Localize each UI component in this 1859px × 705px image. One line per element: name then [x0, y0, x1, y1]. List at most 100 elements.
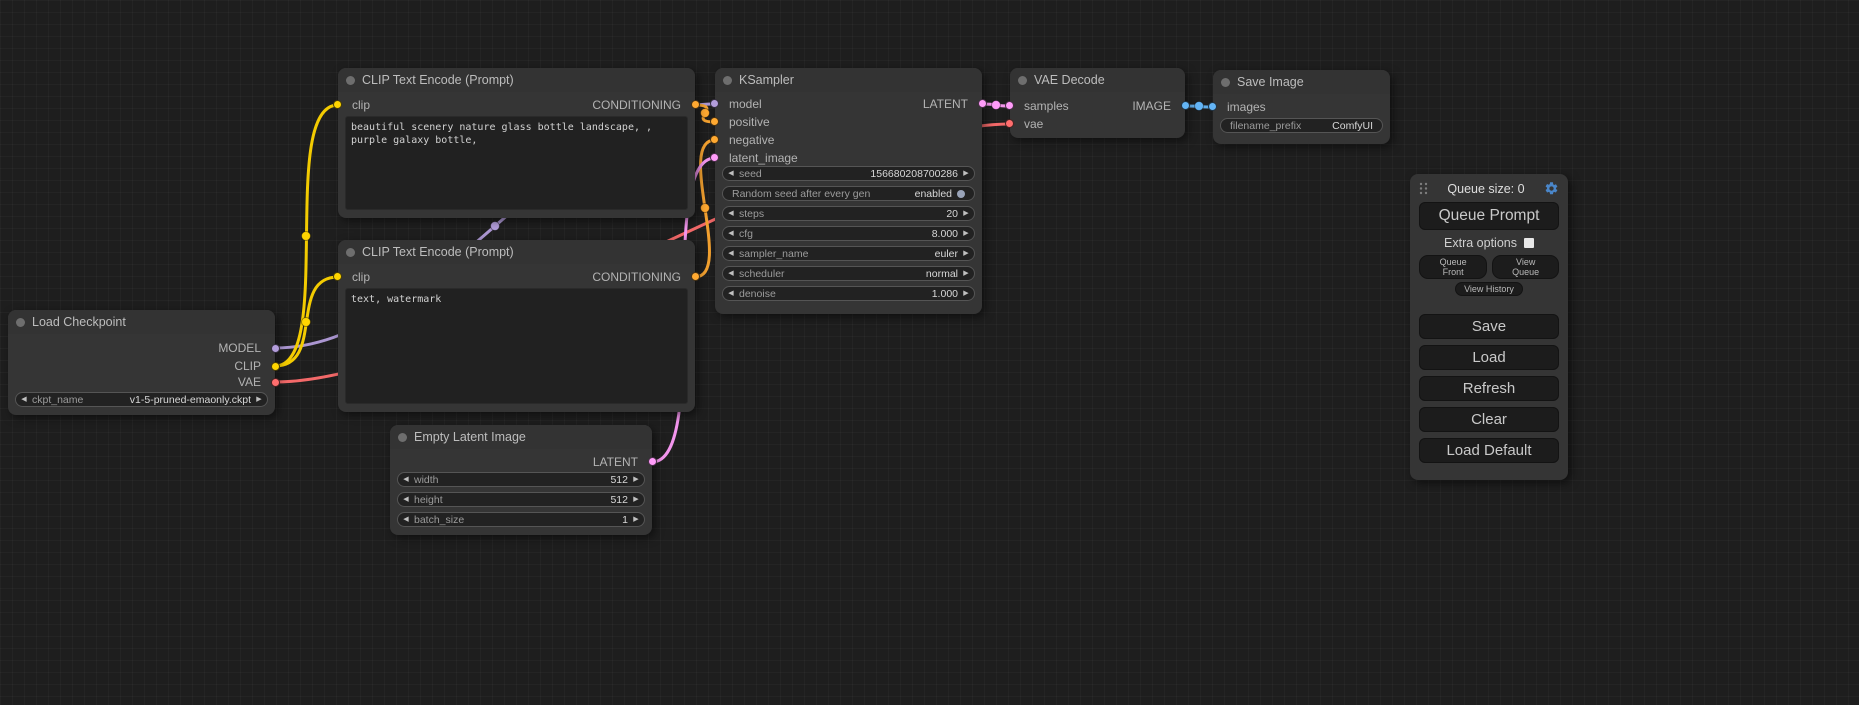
node-title-bar[interactable]: Load Checkpoint [8, 310, 275, 334]
widget-value: 8.000 [932, 228, 958, 240]
queue-prompt-button[interactable]: Queue Prompt [1419, 202, 1559, 230]
widget-label: width [414, 474, 610, 486]
node-load-checkpoint[interactable]: Load Checkpoint MODEL CLIP VAE ◀ ckpt_na… [8, 310, 275, 415]
node-ksampler[interactable]: KSampler model positive negative latent_… [715, 68, 982, 314]
positive-input-port[interactable] [710, 117, 719, 126]
seed-widget[interactable]: ◀ seed 156680208700286 ▶ [722, 166, 975, 181]
node-clip-text-encode-positive[interactable]: CLIP Text Encode (Prompt) clip CONDITION… [338, 68, 695, 218]
clip-input-port[interactable] [333, 272, 342, 281]
vae-output-port[interactable] [271, 378, 280, 387]
height-widget[interactable]: ◀ height 512 ▶ [397, 492, 645, 507]
view-queue-button[interactable]: View Queue [1492, 255, 1559, 279]
clip-input-port[interactable] [333, 100, 342, 109]
increment-arrow-icon[interactable]: ▶ [958, 287, 974, 300]
latent-image-input-port[interactable] [710, 153, 719, 162]
image-output-port[interactable] [1181, 101, 1190, 110]
input-slot-clip: clip [352, 98, 370, 112]
collapse-dot-icon[interactable] [398, 433, 407, 442]
samples-input-port[interactable] [1005, 101, 1014, 110]
collapse-dot-icon[interactable] [346, 76, 355, 85]
prev-value-arrow-icon[interactable]: ◀ [723, 247, 739, 260]
next-value-arrow-icon[interactable]: ▶ [958, 267, 974, 280]
toggle-indicator-icon[interactable] [957, 190, 965, 198]
conditioning-output-port[interactable] [691, 100, 700, 109]
widget-label: seed [739, 168, 870, 180]
queue-front-button[interactable]: Queue Front [1419, 255, 1487, 279]
node-clip-text-encode-negative[interactable]: CLIP Text Encode (Prompt) clip CONDITION… [338, 240, 695, 412]
queue-size-label: Queue size: 0 [1447, 182, 1524, 196]
decrement-arrow-icon[interactable]: ◀ [723, 227, 739, 240]
increment-arrow-icon[interactable]: ▶ [628, 493, 644, 506]
decrement-arrow-icon[interactable]: ◀ [398, 513, 414, 526]
ckpt-name-widget[interactable]: ◀ ckpt_name v1-5-pruned-emaonly.ckpt ▶ [15, 392, 268, 407]
decrement-arrow-icon[interactable]: ◀ [723, 207, 739, 220]
increment-arrow-icon[interactable]: ▶ [958, 227, 974, 240]
scheduler-widget[interactable]: ◀ scheduler normal ▶ [722, 266, 975, 281]
decrement-arrow-icon[interactable]: ◀ [723, 167, 739, 180]
model-input-port[interactable] [710, 99, 719, 108]
filename-prefix-widget[interactable]: filename_prefix ComfyUI [1220, 118, 1383, 133]
link-midpoint-dot [1195, 102, 1204, 111]
widget-label: cfg [739, 228, 932, 240]
collapse-dot-icon[interactable] [1018, 76, 1027, 85]
collapse-dot-icon[interactable] [1221, 78, 1230, 87]
vae-input-port[interactable] [1005, 119, 1014, 128]
decrement-arrow-icon[interactable]: ◀ [723, 287, 739, 300]
negative-input-port[interactable] [710, 135, 719, 144]
node-title-bar[interactable]: KSampler [715, 68, 982, 92]
positive-prompt-textarea[interactable]: beautiful scenery nature glass bottle la… [345, 116, 688, 210]
node-save-image[interactable]: Save Image images filename_prefix ComfyU… [1213, 70, 1390, 144]
extra-options-checkbox[interactable] [1524, 238, 1534, 248]
node-title-bar[interactable]: Save Image [1213, 70, 1390, 94]
link-midpoint-dot [491, 222, 500, 231]
increment-arrow-icon[interactable]: ▶ [958, 167, 974, 180]
sampler-name-widget[interactable]: ◀ sampler_name euler ▶ [722, 246, 975, 261]
images-input-port[interactable] [1208, 102, 1217, 111]
load-default-button[interactable]: Load Default [1419, 438, 1559, 463]
node-title-bar[interactable]: CLIP Text Encode (Prompt) [338, 68, 695, 92]
cfg-widget[interactable]: ◀ cfg 8.000 ▶ [722, 226, 975, 241]
decrement-arrow-icon[interactable]: ◀ [398, 473, 414, 486]
prev-value-arrow-icon[interactable]: ◀ [723, 267, 739, 280]
random-seed-toggle-widget[interactable]: Random seed after every gen enabled [722, 186, 975, 201]
increment-arrow-icon[interactable]: ▶ [958, 207, 974, 220]
latent-output-port[interactable] [978, 99, 987, 108]
collapse-dot-icon[interactable] [723, 76, 732, 85]
denoise-widget[interactable]: ◀ denoise 1.000 ▶ [722, 286, 975, 301]
node-title: VAE Decode [1034, 73, 1105, 87]
view-history-button[interactable]: View History [1455, 282, 1523, 296]
latent-output-port[interactable] [648, 457, 657, 466]
clear-button[interactable]: Clear [1419, 407, 1559, 432]
next-value-arrow-icon[interactable]: ▶ [251, 393, 267, 406]
next-value-arrow-icon[interactable]: ▶ [958, 247, 974, 260]
collapse-dot-icon[interactable] [16, 318, 25, 327]
settings-gear-icon[interactable] [1544, 181, 1559, 196]
widget-value: 1.000 [932, 288, 958, 300]
node-graph-canvas[interactable]: Load Checkpoint MODEL CLIP VAE ◀ ckpt_na… [0, 0, 1859, 705]
batch-size-widget[interactable]: ◀ batch_size 1 ▶ [397, 512, 645, 527]
node-vae-decode[interactable]: VAE Decode samples vae IMAGE [1010, 68, 1185, 138]
width-widget[interactable]: ◀ width 512 ▶ [397, 472, 645, 487]
collapse-dot-icon[interactable] [346, 248, 355, 257]
steps-widget[interactable]: ◀ steps 20 ▶ [722, 206, 975, 221]
link-midpoint-dot [701, 109, 710, 118]
load-button[interactable]: Load [1419, 345, 1559, 370]
save-button[interactable]: Save [1419, 314, 1559, 339]
model-output-port[interactable] [271, 344, 280, 353]
input-slot-images: images [1227, 100, 1266, 114]
decrement-arrow-icon[interactable]: ◀ [398, 493, 414, 506]
increment-arrow-icon[interactable]: ▶ [628, 513, 644, 526]
widget-label: Random seed after every gen [732, 188, 915, 200]
node-title-bar[interactable]: CLIP Text Encode (Prompt) [338, 240, 695, 264]
conditioning-output-port[interactable] [691, 272, 700, 281]
node-title-bar[interactable]: Empty Latent Image [390, 425, 652, 449]
node-empty-latent-image[interactable]: Empty Latent Image LATENT ◀ width 512 ▶ … [390, 425, 652, 535]
prev-value-arrow-icon[interactable]: ◀ [16, 393, 32, 406]
refresh-button[interactable]: Refresh [1419, 376, 1559, 401]
drag-handle-icon[interactable] [1419, 182, 1428, 195]
clip-output-port[interactable] [271, 362, 280, 371]
negative-prompt-textarea[interactable]: text, watermark [345, 288, 688, 404]
node-title: Empty Latent Image [414, 430, 526, 444]
node-title-bar[interactable]: VAE Decode [1010, 68, 1185, 92]
increment-arrow-icon[interactable]: ▶ [628, 473, 644, 486]
